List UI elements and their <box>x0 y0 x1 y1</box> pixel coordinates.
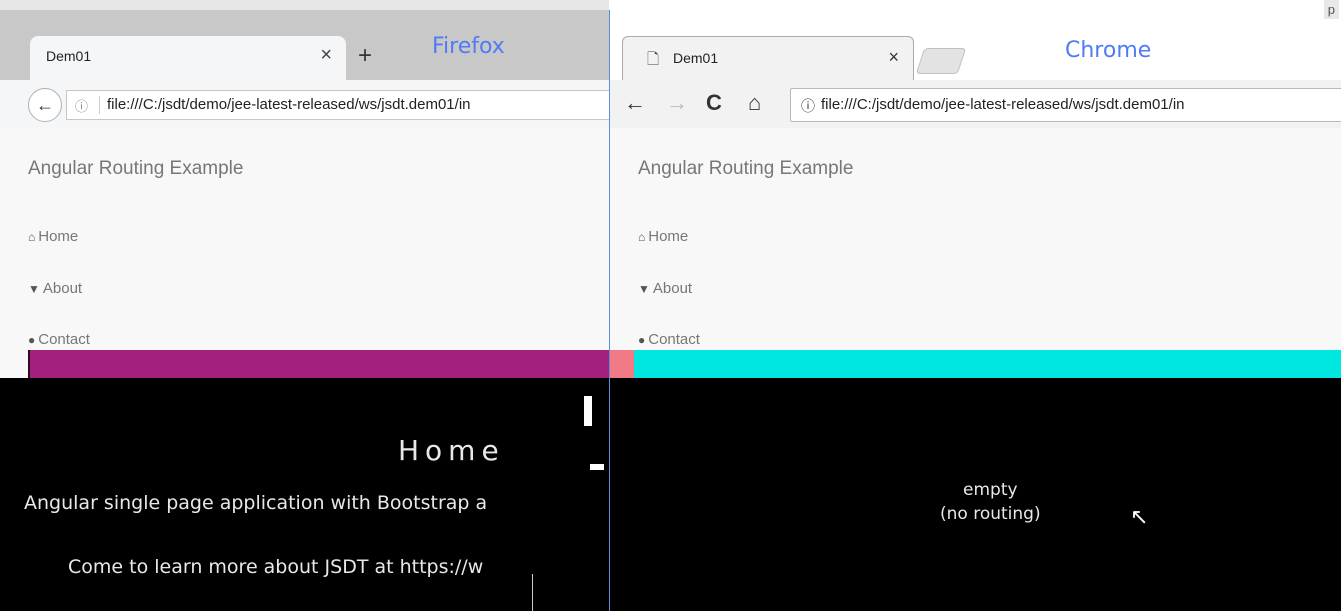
firefox-nav-bar: ← ⓘ file:///C:/jsdt/demo/jee-latest-rele… <box>0 80 609 129</box>
brand-title[interactable]: Angular Routing Example <box>28 158 243 180</box>
chrome-tab[interactable]: 🗋 Dem01 × <box>622 36 914 81</box>
empty-line: empty <box>963 480 1018 500</box>
url-text[interactable]: file:///C:/jsdt/demo/jee-latest-released… <box>821 96 1185 113</box>
firefox-tab[interactable]: Dem01 × <box>30 36 346 80</box>
nav-link-about[interactable]: ▼ About <box>28 280 82 297</box>
nav-link-about[interactable]: ▼ About <box>638 280 692 297</box>
url-text[interactable]: file:///C:/jsdt/demo/jee-latest-released… <box>107 96 471 113</box>
magenta-bar <box>30 350 609 378</box>
url-separator <box>99 96 100 114</box>
home-icon: ⌂ <box>28 230 36 244</box>
info-icon[interactable]: ⓘ <box>801 96 815 116</box>
firefox-tab-bar: Dem01 × + Firefox <box>0 0 609 80</box>
close-icon[interactable]: × <box>888 47 899 68</box>
chrome-url-bar[interactable]: ⓘ file:///C:/jsdt/demo/jee-latest-releas… <box>790 88 1341 122</box>
firefox-url-bar[interactable]: ⓘ file:///C:/jsdt/demo/jee-latest-releas… <box>66 90 609 120</box>
chrome-view-area: empty (no routing) ↖ <box>610 378 1341 611</box>
cyan-bar <box>634 350 1341 378</box>
forward-arrow-icon[interactable]: → <box>666 90 688 116</box>
nav-link-about-label: About <box>652 280 693 297</box>
shield-icon: ▼ <box>28 282 40 296</box>
glitch-block <box>584 396 592 426</box>
chrome-label: Chrome <box>1065 38 1152 63</box>
glitch-line <box>532 574 533 611</box>
view-heading: Home <box>398 434 505 467</box>
brand-title[interactable]: Angular Routing Example <box>638 158 853 180</box>
back-arrow-icon[interactable]: ← <box>28 88 62 122</box>
firefox-view-area: Home Angular single page application wit… <box>0 378 609 611</box>
nav-link-contact[interactable]: ● Contact <box>28 331 90 348</box>
chrome-tab-bar: 🗋 Dem01 × Chrome p <box>610 0 1341 81</box>
nav-link-home-label: Home <box>38 228 79 245</box>
profile-button[interactable]: p <box>1323 0 1339 19</box>
empty-view-message: empty (no routing) <box>940 478 1041 526</box>
nav-link-home-label: Home <box>648 228 689 245</box>
view-lead-text: Angular single page application with Boo… <box>24 492 488 514</box>
nav-link-contact-label: Contact <box>648 331 700 348</box>
firefox-title-strip <box>0 0 609 10</box>
comment-icon: ● <box>28 333 36 347</box>
page-navbar: Angular Routing Example ⌂ Home ▼ About ● Co… <box>0 128 609 350</box>
firefox-label: Firefox <box>432 34 505 59</box>
chrome-window: 🗋 Dem01 × Chrome p ← → C ⌂ ⓘ file:///C:/… <box>610 0 1341 611</box>
chrome-nav-bar: ← → C ⌂ ⓘ file:///C:/jsdt/demo/jee-lates… <box>610 80 1341 129</box>
comment-icon: ● <box>638 333 646 347</box>
document-icon: 🗋 <box>647 51 660 68</box>
nav-link-contact[interactable]: ● Contact <box>638 331 700 348</box>
view-more-text: Come to learn more about JSDT at https:/… <box>68 556 484 578</box>
glitch-block <box>590 464 604 470</box>
pink-bar-segment <box>610 350 634 378</box>
back-arrow-icon[interactable]: ← <box>624 90 646 116</box>
no-routing-line: (no routing) <box>940 504 1041 524</box>
reload-icon[interactable]: C <box>706 90 722 116</box>
new-tab-button[interactable] <box>915 48 967 74</box>
nav-link-home[interactable]: ⌂ Home <box>638 228 688 245</box>
home-icon: ⌂ <box>638 230 646 244</box>
info-icon[interactable]: ⓘ <box>75 96 88 115</box>
firefox-tab-title: Dem01 <box>46 48 92 64</box>
home-icon[interactable]: ⌂ <box>748 90 761 116</box>
close-icon[interactable]: × <box>320 44 332 67</box>
mouse-cursor-icon: ↖ <box>1130 504 1149 529</box>
nav-link-contact-label: Contact <box>38 331 90 348</box>
shield-icon: ▼ <box>638 282 650 296</box>
nav-link-about-label: About <box>42 280 83 297</box>
chrome-tab-title: Dem01 <box>673 50 719 66</box>
firefox-window: Dem01 × + Firefox ← ⓘ file:///C:/jsdt/de… <box>0 0 609 611</box>
page-navbar: Angular Routing Example ⌂ Home ▼ About ● Co… <box>610 128 1341 350</box>
nav-link-home[interactable]: ⌂ Home <box>28 228 78 245</box>
plus-icon[interactable]: + <box>358 42 372 70</box>
